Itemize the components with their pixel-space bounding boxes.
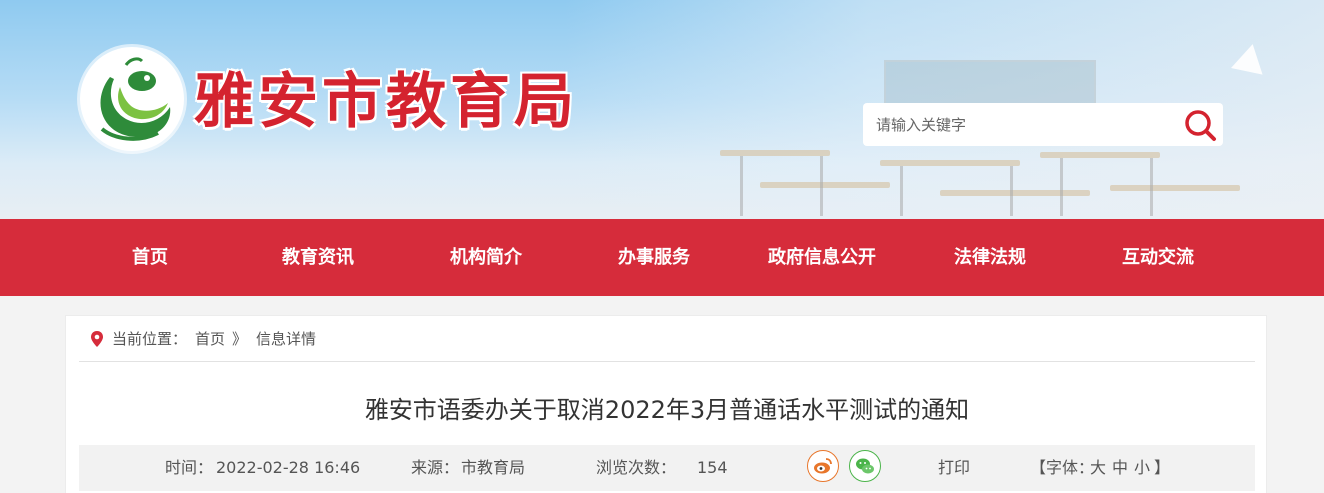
location-pin-icon <box>91 331 103 347</box>
desk-decoration <box>940 190 1090 196</box>
breadcrumb: 当前位置： 首页 》 信息详情 <box>79 316 1255 362</box>
desk-decoration <box>760 182 890 188</box>
search-icon <box>1185 110 1216 141</box>
nav-item-education-news[interactable]: 教育资讯 <box>258 219 378 296</box>
weibo-icon <box>814 458 832 474</box>
header-banner: 雅安市教育局 <box>0 0 1324 219</box>
search-input[interactable] <box>863 103 1173 146</box>
wechat-icon <box>856 458 874 474</box>
search-button[interactable] <box>1181 107 1219 143</box>
breadcrumb-separator: 》 <box>232 330 248 348</box>
font-size-close: 】 <box>1154 458 1171 477</box>
time-label: 时间： <box>165 458 214 477</box>
nav-item-organization[interactable]: 机构简介 <box>426 219 546 296</box>
logo-emblem-icon <box>82 49 182 149</box>
font-size-small-button[interactable]: 小 <box>1134 457 1150 479</box>
source-value: 市教育局 <box>461 458 526 477</box>
nav-item-government-info[interactable]: 政府信息公开 <box>752 219 892 296</box>
views-value: 154 <box>697 458 728 477</box>
article-card: 当前位置： 首页 》 信息详情 雅安市语委办关于取消2022年3月普通话水平测试… <box>65 315 1267 493</box>
print-button[interactable]: 打印 <box>938 457 970 479</box>
logo-emblem[interactable] <box>80 47 184 151</box>
views-label: 浏览次数： <box>596 458 677 477</box>
site-name[interactable]: 雅安市教育局 <box>194 66 578 138</box>
nav-item-home[interactable]: 首页 <box>95 219 205 296</box>
main-nav: 首页 教育资讯 机构简介 办事服务 政府信息公开 法律法规 互动交流 <box>0 219 1324 296</box>
article-title: 雅安市语委办关于取消2022年3月普通话水平测试的通知 <box>364 396 970 424</box>
desk-decoration <box>1110 185 1240 191</box>
nav-item-services[interactable]: 办事服务 <box>594 219 714 296</box>
nav-item-laws[interactable]: 法律法规 <box>930 219 1050 296</box>
time-value: 2022-02-28 16:46 <box>216 458 361 477</box>
share-wechat-button[interactable] <box>849 450 881 482</box>
font-size-large-button[interactable]: 大 <box>1090 457 1106 479</box>
breadcrumb-current: 信息详情 <box>256 330 317 348</box>
font-size-medium-button[interactable]: 中 <box>1112 457 1128 479</box>
nav-item-interaction[interactable]: 互动交流 <box>1098 219 1218 296</box>
desk-decoration <box>720 150 830 156</box>
breadcrumb-home-link[interactable]: 首页 <box>195 329 225 349</box>
source-label: 来源： <box>411 458 460 477</box>
breadcrumb-prefix: 当前位置： <box>112 330 188 348</box>
desk-decoration <box>1040 152 1160 158</box>
share-weibo-button[interactable] <box>807 450 839 482</box>
font-size-open: 【字体： <box>1030 458 1095 477</box>
article-meta-bar: 时间： 2022-02-28 16:46 来源： 市教育局 浏览次数： 154 <box>79 445 1255 491</box>
search-box <box>863 103 1223 146</box>
